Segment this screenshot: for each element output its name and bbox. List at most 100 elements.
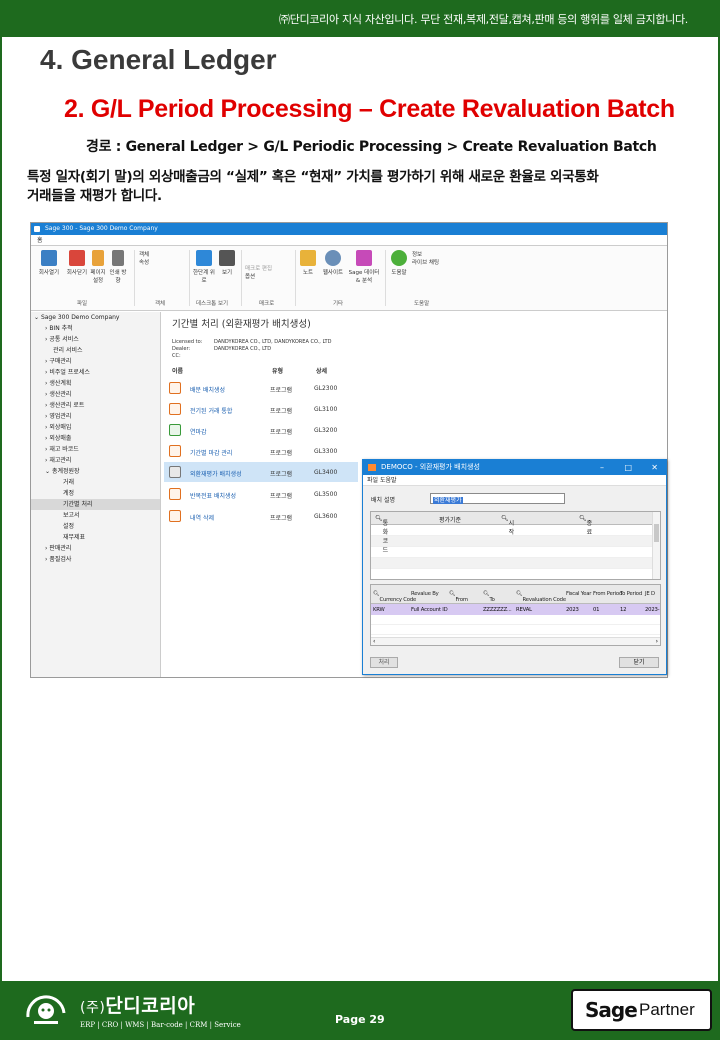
dialog-titlebar: DEMOCO - 외환재평가 배치생성 – □ ✕ (363, 460, 666, 475)
program-row[interactable]: 내역 삭제 프로그램 GL3600 (164, 506, 358, 526)
tree-item[interactable]: › 영업관리 (31, 411, 160, 422)
grid-header-to[interactable]: 🔍︎ 종료 (579, 515, 592, 536)
printer-icon (112, 250, 124, 266)
top-banner: ㈜단디코리아 지식 자산입니다. 무단 전재,복제,전달,캡쳐,판매 등의 행위… (0, 0, 720, 37)
tree-item[interactable]: › 외상매입 (31, 422, 160, 433)
detail-row[interactable] (371, 615, 660, 625)
website-button[interactable]: 웹사이트 (320, 250, 346, 276)
program-icon (169, 424, 181, 436)
tree-item[interactable]: › 공통 서비스 (31, 334, 160, 345)
detail-grid-header: 🔍︎ Currency Code Revalue By 🔍︎ From 🔍︎ T… (371, 585, 660, 604)
tree-item[interactable]: 거래 (31, 477, 160, 488)
tree-item[interactable]: 재무제표 (31, 532, 160, 543)
header-revalue-by[interactable]: Revalue By (411, 591, 439, 597)
vertical-scrollbar[interactable] (652, 512, 660, 579)
header-revaluation-code[interactable]: 🔍︎ Revaluation Code (516, 591, 566, 603)
scroll-thumb[interactable] (654, 524, 659, 542)
sage-data-analytics-button[interactable]: Sage 데이터 & 분석 (347, 250, 381, 284)
dialog-menu-bar[interactable]: 파일 도움말 (363, 475, 666, 486)
tree-item-selected[interactable]: 기간별 처리 (31, 499, 160, 510)
tree-item[interactable]: 관리 서비스 (31, 345, 160, 356)
print-direction-button[interactable]: 인쇄 방향 (109, 250, 127, 284)
help-button[interactable]: 도움말 (388, 250, 410, 276)
objects-button[interactable]: 객체 속성 (139, 250, 169, 266)
tree-item[interactable]: › 생산관리 로트 (31, 400, 160, 411)
program-row[interactable]: 기간별 마감 관리 프로그램 GL3300 (164, 441, 358, 461)
column-header-name[interactable]: 이름 (172, 366, 183, 375)
page-setup-button[interactable]: 페이지 설정 (89, 250, 107, 284)
tree-item[interactable]: › 재고관리 (31, 455, 160, 466)
header-from[interactable]: 🔍︎ From (449, 591, 468, 603)
macro-edit-button[interactable]: 매크로 편집 옵션 (245, 264, 289, 280)
tree-root[interactable]: ⌄ Sage 300 Demo Company (31, 312, 160, 323)
column-header-detail[interactable]: 상세 (316, 366, 327, 375)
tree-item[interactable]: › 생산계획 (31, 378, 160, 389)
tree-item[interactable]: › 재고 바코드 (31, 444, 160, 455)
grid-row[interactable] (371, 547, 660, 558)
tree-item[interactable]: ⌄ 총계정원장 (31, 466, 160, 477)
program-row-selected[interactable]: 외환재평가 배치생성 프로그램 GL3400 (164, 462, 358, 482)
grid-row[interactable] (371, 525, 660, 536)
close-icon[interactable]: ✕ (651, 460, 658, 475)
minimize-icon[interactable]: – (600, 460, 604, 475)
header-from-period[interactable]: From Period (593, 591, 622, 597)
sage-partner-badge: Sage Partner (571, 989, 712, 1031)
detail-row-selected[interactable]: KRW Full Account ID ZZZZZZZ... REVAL 202… (371, 604, 660, 615)
tree-item[interactable]: › 비주얼 프로세스 (31, 367, 160, 378)
batch-description-input[interactable]: 외환재평가 (430, 493, 565, 504)
view-button[interactable]: 보기 (217, 250, 237, 276)
revaluation-detail-grid[interactable]: 🔍︎ Currency Code Revalue By 🔍︎ From 🔍︎ T… (370, 584, 661, 646)
live-chat-label: 라이브 채팅 (412, 260, 440, 266)
program-row[interactable]: 반복전표 배치생성 프로그램 GL3500 (164, 484, 358, 504)
scroll-right-icon[interactable]: › (656, 638, 658, 645)
description-line-2: 거래들을 재평가 합니다. (27, 188, 162, 204)
sage-app-icon (34, 226, 40, 232)
copyright-notice: ㈜단디코리아 지식 자산입니다. 무단 전재,복제,전달,캡쳐,판매 등의 행위… (279, 13, 688, 26)
column-header-type[interactable]: 유형 (272, 366, 283, 375)
header-currency-code[interactable]: 🔍︎ Currency Code (373, 591, 416, 603)
ribbon-group-help: 도움말 (414, 301, 430, 307)
partner-text: Partner (639, 1000, 695, 1019)
program-row[interactable]: 전기된 거래 통합 프로그램 GL3100 (164, 399, 358, 419)
up-arrow-icon (196, 250, 212, 266)
header-to-period[interactable]: To Period (620, 591, 642, 597)
ribbon-tab-home[interactable]: 홈 (31, 235, 667, 246)
currency-criteria-grid[interactable]: 🔍︎ 통화 코드 평가기준 🔍︎ 시작 🔍︎ 종료 (370, 511, 661, 580)
open-company-button[interactable]: 회사열기 (35, 250, 63, 276)
program-row[interactable]: 연마감 프로그램 GL3200 (164, 420, 358, 440)
tree-item[interactable]: 설정 (31, 521, 160, 532)
grid-row[interactable] (371, 558, 660, 569)
up-one-level-button[interactable]: 한단계 위로 (192, 250, 216, 284)
header-to[interactable]: 🔍︎ To (483, 591, 495, 603)
grid-header-currency-code[interactable]: 🔍︎ 통화 코드 (375, 515, 388, 554)
sage-window-title: Sage 300 - Sage 300 Demo Company (45, 225, 158, 232)
tree-item[interactable]: 보고서 (31, 510, 160, 521)
scroll-left-icon[interactable]: ‹ (373, 638, 375, 645)
grid-header: 🔍︎ 통화 코드 평가기준 🔍︎ 시작 🔍︎ 종료 (371, 512, 660, 554)
process-button[interactable]: 처리 (370, 657, 398, 668)
tree-item[interactable]: › 외상매출 (31, 433, 160, 444)
navigation-path: 경로 : General Ledger > G/L Periodic Proce… (86, 139, 657, 155)
detail-row[interactable] (371, 625, 660, 635)
program-icon (169, 403, 181, 415)
header-fiscal-year[interactable]: Fiscal Year (566, 591, 591, 597)
notes-button[interactable]: 노트 (299, 250, 317, 276)
close-button[interactable]: 닫기 (619, 657, 659, 668)
tree-item[interactable]: › 구매관리 (31, 356, 160, 367)
header-je-date[interactable]: JE D (645, 591, 655, 597)
grid-row[interactable] (371, 536, 660, 547)
horizontal-scrollbar[interactable]: ‹ › (371, 637, 660, 645)
tree-item[interactable]: › 품질검사 (31, 554, 160, 565)
tree-item[interactable]: › 생산관리 (31, 389, 160, 400)
tree-item[interactable]: 계정 (31, 488, 160, 499)
grid-header-from[interactable]: 🔍︎ 시작 (501, 515, 514, 536)
grid-header-revalue-by[interactable]: 평가기준 (439, 515, 461, 524)
company-logo-icon (26, 995, 66, 1024)
close-company-button[interactable]: 회사닫기 (63, 250, 91, 276)
tree-item[interactable]: › 판매관리 (31, 543, 160, 554)
maximize-icon[interactable]: □ (624, 460, 632, 475)
tree-item[interactable]: › BIN 추적 (31, 323, 160, 334)
info-chat-buttons[interactable]: 정보 라이브 채팅 (412, 250, 448, 266)
program-row[interactable]: 배분 배치생성 프로그램 GL2300 (164, 378, 358, 398)
close-company-icon (69, 250, 85, 266)
